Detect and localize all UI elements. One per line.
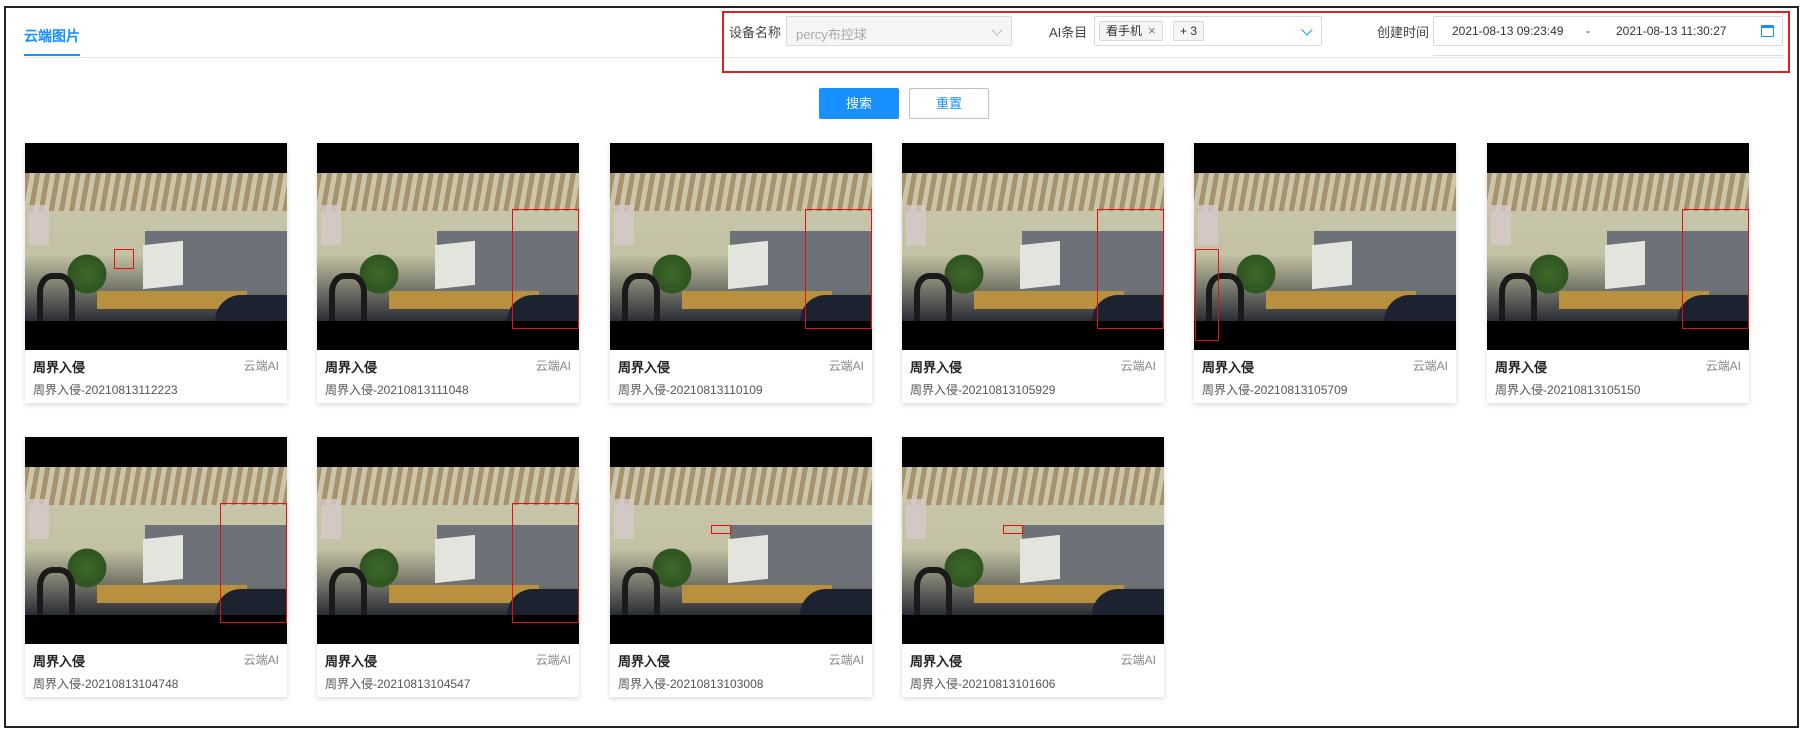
close-icon[interactable]: × xyxy=(1148,23,1156,38)
card-source: 云端AI xyxy=(828,653,864,667)
ai-tag-chip[interactable]: 看手机 × xyxy=(1099,21,1163,41)
card-title: 周界入侵 xyxy=(325,654,378,669)
detection-box xyxy=(1682,209,1749,329)
card-source: 云端AI xyxy=(243,359,279,373)
card-source: 云端AI xyxy=(1412,359,1448,373)
detection-box xyxy=(512,209,579,329)
chevron-down-icon xyxy=(991,24,1003,36)
card-thumbnail[interactable] xyxy=(902,143,1164,350)
detection-box xyxy=(1195,249,1219,341)
card-source: 云端AI xyxy=(828,359,864,373)
image-card[interactable]: 周界入侵 云端AI 周界入侵-20210813103008 xyxy=(610,437,872,697)
card-thumbnail[interactable] xyxy=(610,143,872,350)
image-card[interactable]: 周界入侵 云端AI 周界入侵-20210813104748 xyxy=(25,437,287,697)
camera-frame xyxy=(317,173,579,329)
detection-box xyxy=(512,503,579,623)
detection-box xyxy=(711,525,731,534)
detection-box xyxy=(1097,209,1164,329)
date-separator: - xyxy=(1586,24,1590,38)
card-source: 云端AI xyxy=(535,653,571,667)
card-subtitle: 周界入侵-20210813104547 xyxy=(325,677,471,691)
card-title: 周界入侵 xyxy=(325,360,378,375)
image-card[interactable]: 周界入侵 云端AI 周界入侵-20210813105709 xyxy=(1194,143,1456,403)
card-title: 周界入侵 xyxy=(910,654,963,669)
card-subtitle: 周界入侵-20210813105150 xyxy=(1495,383,1641,397)
detection-box xyxy=(114,249,134,269)
camera-frame xyxy=(25,173,287,321)
card-title: 周界入侵 xyxy=(618,360,671,375)
calendar-icon[interactable] xyxy=(1761,25,1774,37)
card-source: 云端AI xyxy=(1120,653,1156,667)
card-subtitle: 周界入侵-20210813112223 xyxy=(33,383,178,397)
card-title: 周界入侵 xyxy=(618,654,671,669)
ai-item-label: AI条目 xyxy=(1049,25,1088,40)
ai-tag-label: 看手机 xyxy=(1106,24,1143,38)
card-thumbnail[interactable] xyxy=(25,437,287,644)
detection-box xyxy=(805,209,872,329)
ai-item-select[interactable]: 看手机 × + 3 xyxy=(1094,16,1322,46)
camera-frame xyxy=(902,467,1164,615)
image-card[interactable]: 周界入侵 云端AI 周界入侵-20210813105150 xyxy=(1487,143,1749,403)
start-date[interactable]: 2021-08-13 09:23:49 xyxy=(1452,24,1563,38)
card-subtitle: 周界入侵-20210813104748 xyxy=(33,677,179,691)
card-thumbnail[interactable] xyxy=(902,437,1164,644)
camera-frame xyxy=(610,173,872,329)
card-title: 周界入侵 xyxy=(1202,360,1255,375)
camera-frame xyxy=(25,467,287,623)
reset-button[interactable]: 重置 xyxy=(909,88,989,119)
card-thumbnail[interactable] xyxy=(1487,143,1749,350)
image-card[interactable]: 周界入侵 云端AI 周界入侵-20210813101606 xyxy=(902,437,1164,697)
card-subtitle: 周界入侵-20210813105709 xyxy=(1202,383,1348,397)
card-subtitle: 周界入侵-20210813103008 xyxy=(618,677,764,691)
card-subtitle: 周界入侵-20210813111048 xyxy=(325,383,469,397)
camera-frame xyxy=(1487,173,1749,329)
end-date[interactable]: 2021-08-13 11:30:27 xyxy=(1616,24,1727,38)
card-subtitle: 周界入侵-20210813105929 xyxy=(910,383,1056,397)
card-source: 云端AI xyxy=(243,653,279,667)
image-card[interactable]: 周界入侵 云端AI 周界入侵-20210813112223 xyxy=(25,143,287,403)
card-thumbnail[interactable] xyxy=(610,437,872,644)
image-card[interactable]: 周界入侵 云端AI 周界入侵-20210813104547 xyxy=(317,437,579,697)
created-time-label: 创建时间 xyxy=(1377,25,1430,40)
card-title: 周界入侵 xyxy=(910,360,963,375)
image-card[interactable]: 周界入侵 云端AI 周界入侵-20210813105929 xyxy=(902,143,1164,403)
camera-frame xyxy=(317,467,579,623)
card-thumbnail[interactable] xyxy=(1194,143,1456,350)
image-card[interactable]: 周界入侵 云端AI 周界入侵-20210813111048 xyxy=(317,143,579,403)
card-source: 云端AI xyxy=(1705,359,1741,373)
card-thumbnail[interactable] xyxy=(317,437,579,644)
camera-frame xyxy=(1194,173,1456,341)
date-range-picker[interactable]: 2021-08-13 09:23:49 - 2021-08-13 11:30:2… xyxy=(1433,16,1783,46)
card-thumbnail[interactable] xyxy=(317,143,579,350)
card-title: 周界入侵 xyxy=(33,360,86,375)
ai-more-chip: + 3 xyxy=(1173,21,1205,41)
card-title: 周界入侵 xyxy=(33,654,86,669)
card-title: 周界入侵 xyxy=(1495,360,1548,375)
device-name-label: 设备名称 xyxy=(729,25,782,40)
search-button[interactable]: 搜索 xyxy=(819,88,899,119)
device-name-value: percy布控球 xyxy=(796,27,867,42)
detection-box xyxy=(220,503,287,623)
detection-box xyxy=(1003,525,1023,534)
card-subtitle: 周界入侵-20210813110109 xyxy=(618,383,763,397)
card-source: 云端AI xyxy=(1120,359,1156,373)
tab-cloud-images[interactable]: 云端图片 xyxy=(24,26,80,56)
date-divider xyxy=(1433,55,1783,56)
camera-frame xyxy=(610,467,872,615)
card-thumbnail[interactable] xyxy=(25,143,287,350)
card-subtitle: 周界入侵-20210813101606 xyxy=(910,677,1056,691)
image-card[interactable]: 周界入侵 云端AI 周界入侵-20210813110109 xyxy=(610,143,872,403)
chevron-down-icon[interactable] xyxy=(1301,24,1313,36)
device-name-select: percy布控球 xyxy=(786,16,1012,46)
camera-frame xyxy=(902,173,1164,329)
card-source: 云端AI xyxy=(535,359,571,373)
